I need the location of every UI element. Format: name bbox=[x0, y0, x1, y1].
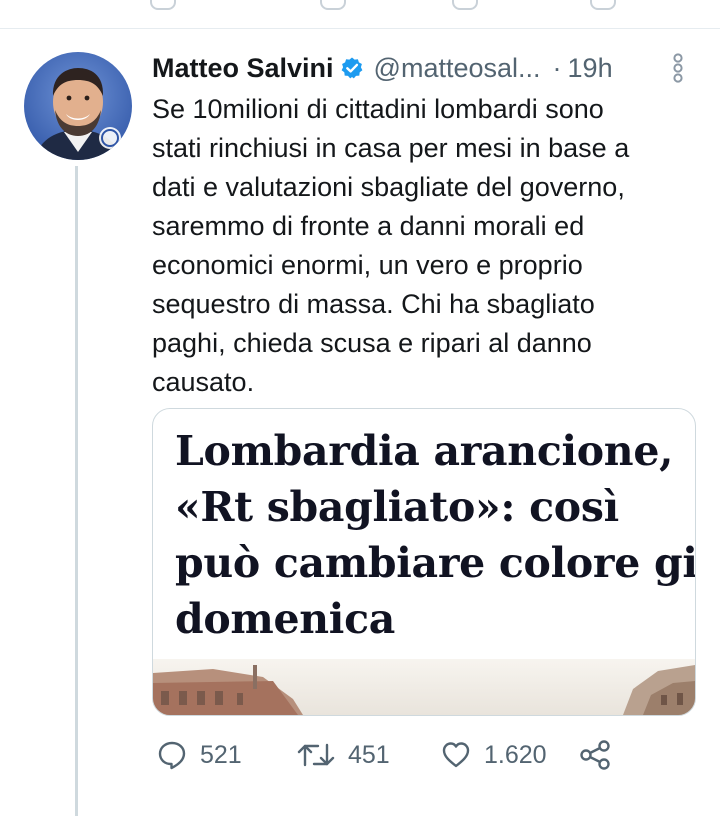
tweet-text-line: causato. bbox=[152, 367, 255, 397]
previous-share-icon bbox=[590, 0, 616, 10]
link-preview-card[interactable]: Lombardia arancione, «Rt sbagliato»: cos… bbox=[152, 408, 696, 716]
card-headline-line: «Rt sbagliato»: così bbox=[175, 483, 619, 531]
tweet-timestamp[interactable]: 19h bbox=[568, 53, 613, 84]
more-vertical-icon[interactable] bbox=[672, 52, 684, 91]
tweet-text: Se 10milioni di cittadini lombardi sono … bbox=[152, 90, 692, 402]
thread-connector-line bbox=[75, 166, 78, 816]
card-image bbox=[153, 659, 695, 715]
tweet-actions: 521 451 1.620 bbox=[152, 733, 692, 777]
retweet-icon bbox=[296, 739, 336, 771]
card-headline-line: Lombardia arancione, bbox=[175, 427, 674, 475]
card-headline: Lombardia arancione, «Rt sbagliato»: cos… bbox=[175, 423, 696, 647]
previous-heart-icon bbox=[452, 0, 478, 10]
retweet-button[interactable]: 451 bbox=[296, 733, 390, 777]
tweet-text-line: sequestro di massa. Chi ha sbagliato bbox=[152, 289, 595, 319]
like-count: 1.620 bbox=[484, 740, 547, 769]
tweet-header: Matteo Salvini @matteosal... · 19h bbox=[152, 50, 692, 86]
like-button[interactable]: 1.620 bbox=[440, 733, 547, 777]
previous-tweet-edge bbox=[0, 0, 720, 29]
retweet-count: 451 bbox=[348, 740, 390, 769]
share-button[interactable] bbox=[578, 733, 612, 777]
avatar[interactable] bbox=[24, 52, 132, 160]
header-separator: · bbox=[552, 52, 562, 83]
tweet-text-line: paghi, chieda scusa e ripari al danno bbox=[152, 328, 592, 358]
tweet-text-line: dati e valutazioni sbagliate del governo… bbox=[152, 172, 625, 202]
author-name[interactable]: Matteo Salvini bbox=[152, 53, 334, 84]
author-handle[interactable]: @matteosal... bbox=[374, 53, 541, 84]
verified-badge-icon bbox=[340, 56, 364, 80]
tweet-text-line: economici enormi, un vero e proprio bbox=[152, 250, 583, 280]
avatar-photo bbox=[24, 52, 132, 160]
tweet-text-line: saremmo di fronte a danni morali ed bbox=[152, 211, 585, 241]
card-headline-line: può cambiare colore già bbox=[175, 539, 696, 587]
previous-reply-icon bbox=[150, 0, 176, 10]
tweet-text-line: Se 10milioni di cittadini lombardi sono bbox=[152, 94, 604, 124]
reply-icon bbox=[156, 739, 188, 771]
reply-count: 521 bbox=[200, 740, 242, 769]
reply-button[interactable]: 521 bbox=[156, 733, 242, 777]
tweet-text-line: stati rinchiusi in casa per mesi in base… bbox=[152, 133, 630, 163]
heart-icon bbox=[440, 739, 472, 771]
previous-retweet-icon bbox=[320, 0, 346, 10]
card-headline-line: domenica bbox=[175, 595, 395, 643]
share-icon bbox=[578, 739, 612, 771]
